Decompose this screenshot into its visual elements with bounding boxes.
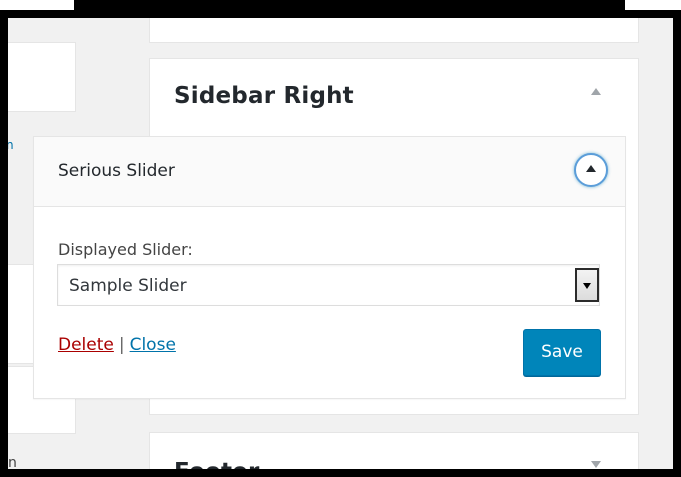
sidebar-area-footer[interactable]: Footer [149, 432, 639, 477]
save-button[interactable]: Save [523, 329, 601, 376]
triangle-up-icon [586, 165, 596, 172]
sidebar-area-title: Footer [174, 459, 260, 477]
select-value: Sample Slider [69, 276, 187, 296]
top-black-bar [74, 0, 625, 10]
screenshot-canvas: n n Sidebar Right Footer Serious Slider [0, 0, 681, 477]
triangle-down-icon[interactable] [591, 461, 601, 468]
widget-header[interactable]: Serious Slider [34, 137, 625, 207]
sidebar-area-previous [149, 18, 639, 43]
chevron-down-icon [583, 283, 591, 289]
frame-border: n n Sidebar Right Footer Serious Slider [0, 10, 681, 477]
widget-toggle-button[interactable] [574, 153, 608, 187]
left-widget-fragment: n [6, 138, 14, 152]
widget-control-links: Delete | Close [58, 335, 176, 355]
left-widget-fragment: n [8, 455, 17, 471]
displayed-slider-label: Displayed Slider: [58, 240, 193, 259]
delete-link[interactable]: Delete [58, 335, 114, 355]
link-separator: | [118, 335, 125, 355]
widget-serious-slider: Serious Slider Displayed Slider: Sample … [33, 136, 626, 399]
widget-title: Serious Slider [58, 161, 175, 181]
widgets-screen: n n Sidebar Right Footer Serious Slider [8, 18, 673, 469]
displayed-slider-select[interactable]: Sample Slider [57, 264, 600, 306]
triangle-up-icon[interactable] [591, 88, 601, 95]
dropdown-arrow-button[interactable] [575, 268, 599, 302]
close-link[interactable]: Close [130, 335, 176, 355]
sidebar-area-title: Sidebar Right [174, 83, 354, 109]
available-widget-stub[interactable] [8, 42, 76, 112]
